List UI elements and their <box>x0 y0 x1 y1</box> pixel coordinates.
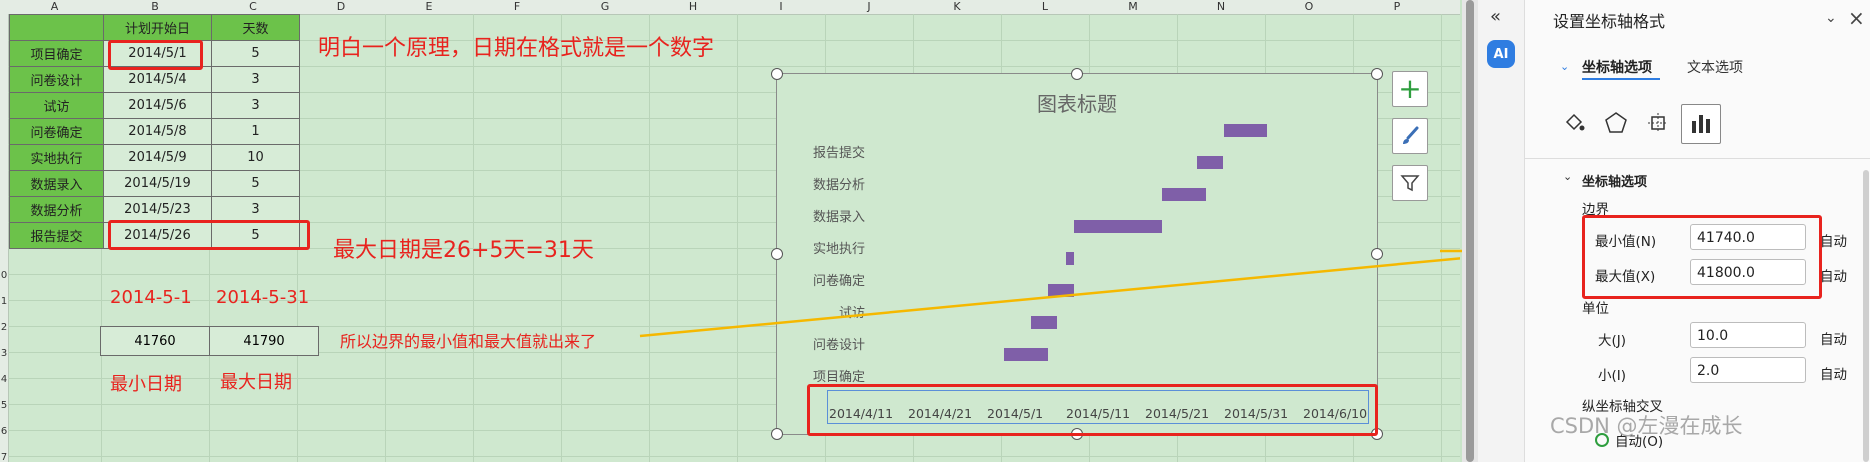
chevron-down-icon: ⌄ <box>1560 60 1570 73</box>
format-axis-panel: 设置坐标轴格式 ⌄ × ⌄ 坐标轴选项 文本选项 ⌄ 坐标轴选项 边界 最小值(… <box>1525 0 1870 462</box>
ai-icon[interactable]: AI <box>1487 40 1515 68</box>
panel-scrollbar[interactable] <box>1863 170 1869 462</box>
divider <box>1525 158 1870 159</box>
minor-unit-input[interactable]: 2.0 <box>1690 357 1806 383</box>
tab-axis-options[interactable]: 坐标轴选项 <box>1582 57 1652 77</box>
units-label: 单位 <box>1582 301 1609 317</box>
spreadsheet-area[interactable]: A B C D E F G H I J K L M N O P 0 1 2 3 … <box>0 0 1460 462</box>
major-unit-label: 大(J) <box>1598 333 1627 349</box>
major-auto-button[interactable]: 自动 <box>1820 328 1847 348</box>
vertical-scrollbar[interactable] <box>1462 0 1478 462</box>
task-pane-strip: « AI <box>1478 0 1525 462</box>
major-unit-input[interactable]: 10.0 <box>1690 322 1806 348</box>
chevron-down-icon[interactable]: ⌄ <box>1825 10 1837 26</box>
highlight-bounds <box>1582 215 1822 299</box>
axis-options-chart-icon[interactable] <box>1681 104 1721 144</box>
close-icon[interactable]: × <box>1848 6 1865 30</box>
max-auto-button[interactable]: 自动 <box>1820 265 1847 285</box>
annotation-arrow <box>639 257 1460 338</box>
min-auto-button[interactable]: 自动 <box>1820 230 1847 250</box>
collapse-icon[interactable]: « <box>1490 6 1501 27</box>
active-tab-indicator <box>1582 78 1660 80</box>
fill-line-icon[interactable] <box>1555 104 1593 142</box>
tab-text-options[interactable]: 文本选项 <box>1687 57 1743 77</box>
size-properties-icon[interactable] <box>1639 104 1677 142</box>
scrollbar-thumb[interactable] <box>1466 0 1474 462</box>
minor-auto-button[interactable]: 自动 <box>1820 363 1847 383</box>
minor-unit-label: 小(I) <box>1598 368 1627 384</box>
watermark: CSDN @左漫在成长 <box>1550 414 1743 438</box>
effects-icon[interactable] <box>1597 104 1635 142</box>
panel-title: 设置坐标轴格式 <box>1553 12 1666 31</box>
section-axis-options[interactable]: 坐标轴选项 <box>1582 171 1647 190</box>
chevron-down-icon[interactable]: ⌄ <box>1563 170 1572 183</box>
